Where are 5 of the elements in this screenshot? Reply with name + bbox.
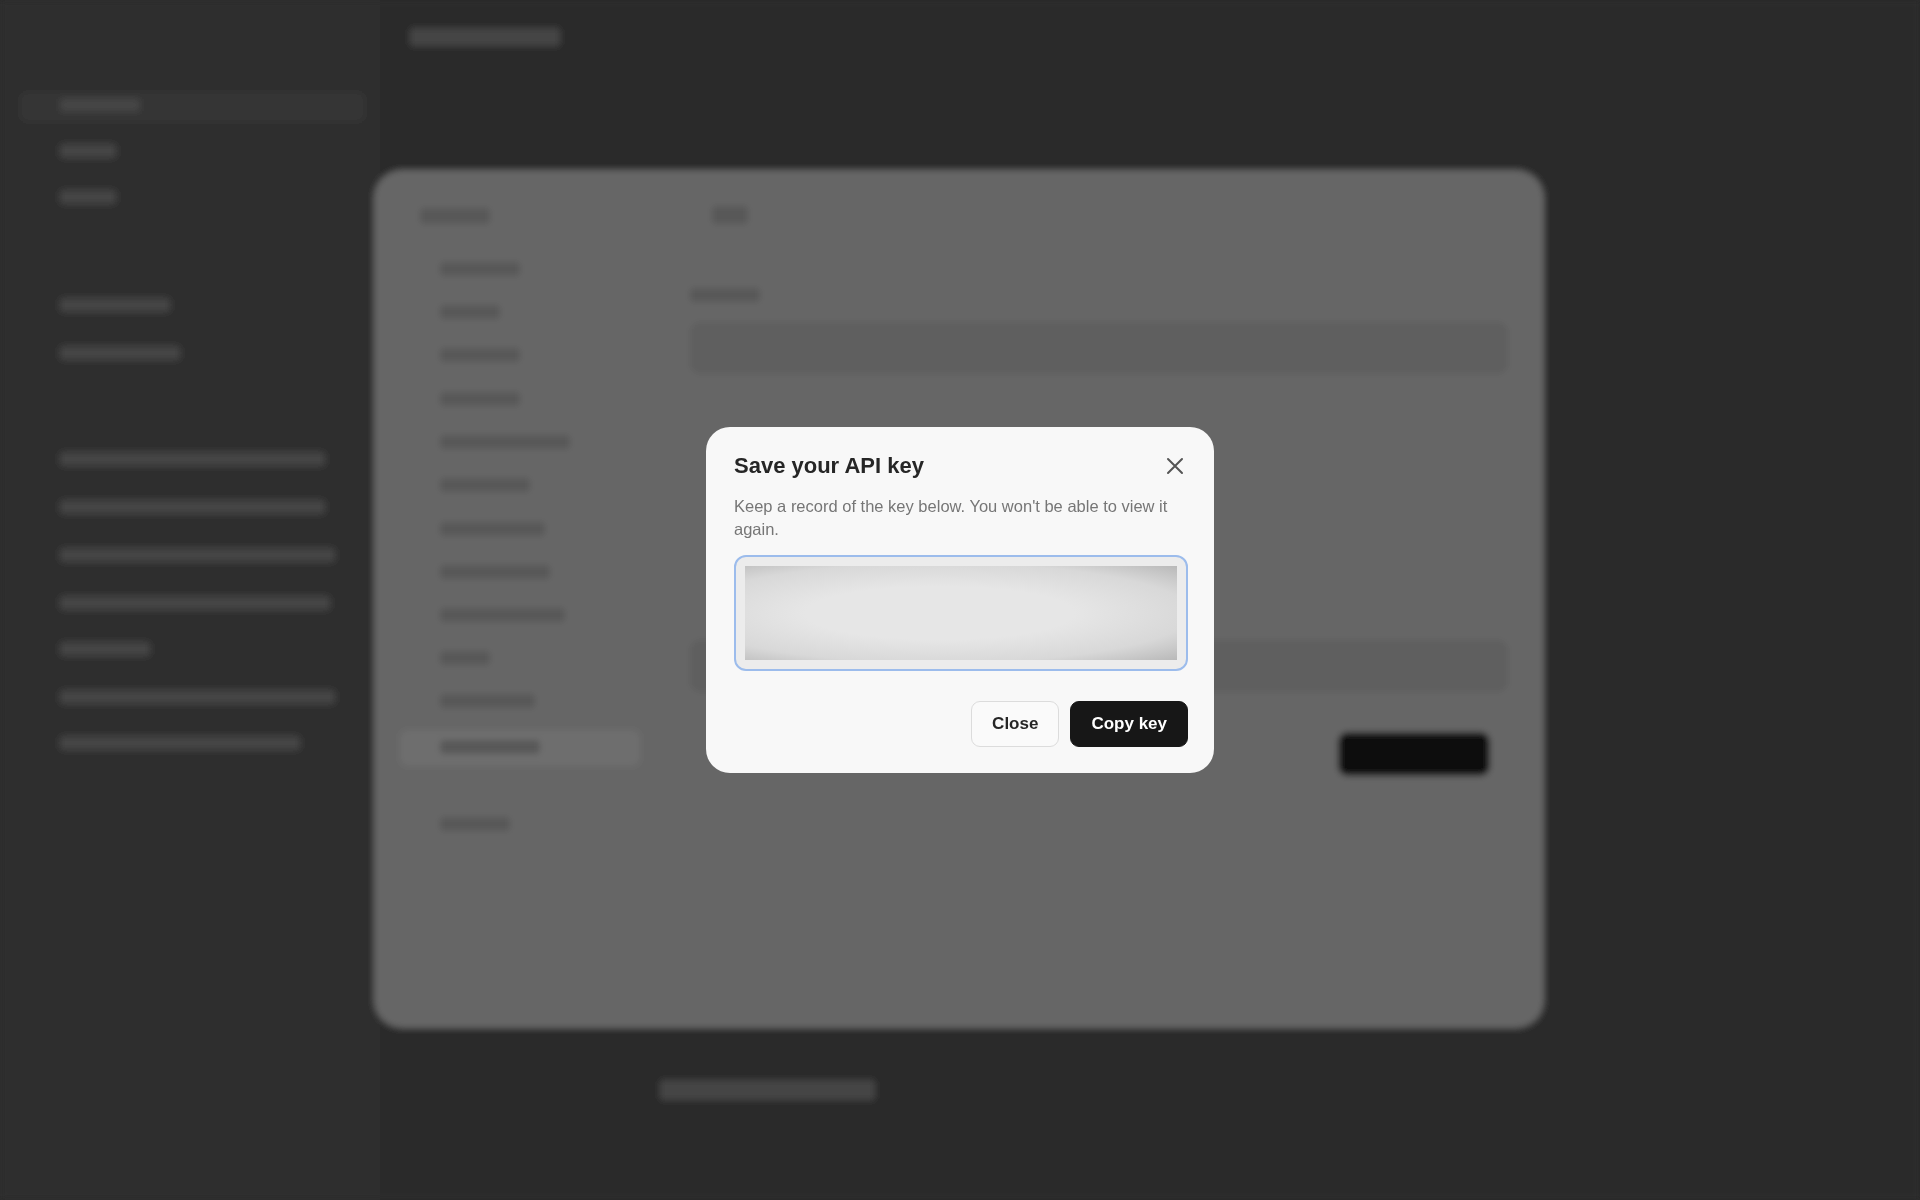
dialog-description: Keep a record of the key below. You won't be able to view it again. <box>734 496 1169 540</box>
api-key-field[interactable] <box>734 555 1188 671</box>
close-button[interactable]: Close <box>971 701 1060 747</box>
copy-key-button[interactable]: Copy key <box>1070 701 1188 747</box>
dialog-title: Save your API key <box>734 453 924 479</box>
